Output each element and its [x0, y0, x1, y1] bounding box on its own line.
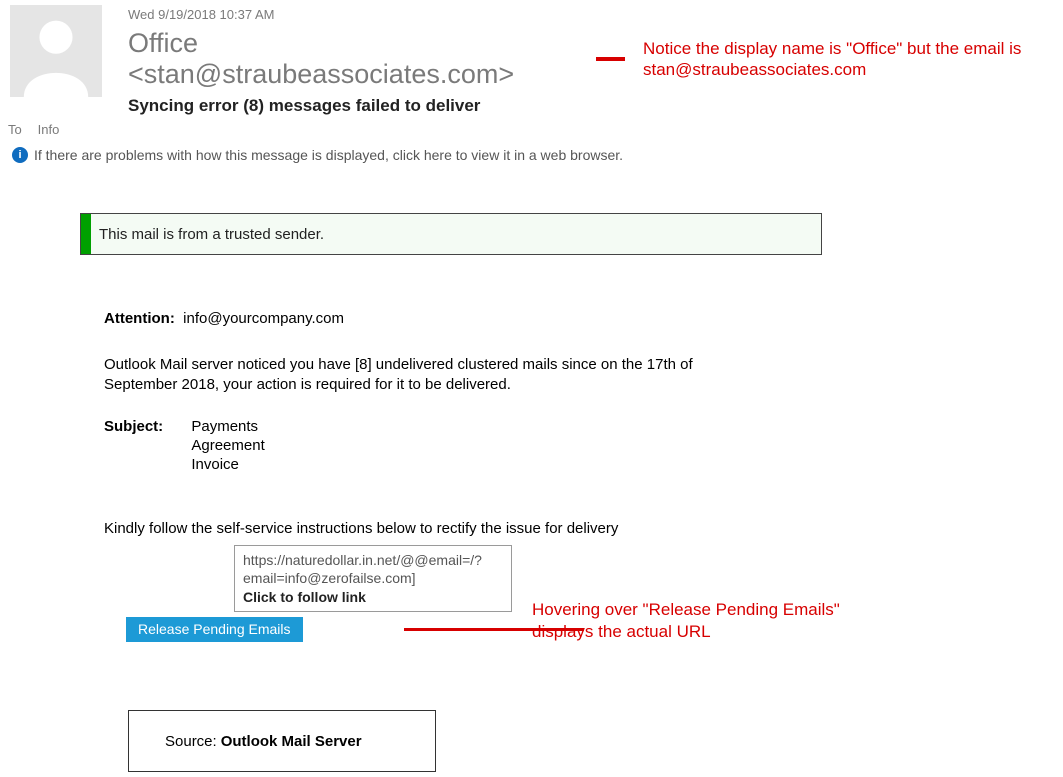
email-timestamp: Wed 9/19/2018 10:37 AM: [128, 7, 1063, 22]
tooltip-follow-text: Click to follow link: [243, 588, 503, 606]
release-pending-emails-button[interactable]: Release Pending Emails: [126, 617, 303, 642]
infobar-text: If there are problems with how this mess…: [34, 147, 623, 163]
source-label: Source:: [165, 733, 217, 750]
link-tooltip: https://naturedollar.in.net/@@email=/? e…: [234, 545, 512, 612]
subject-item: Payments: [191, 418, 264, 437]
body-paragraph-2: Kindly follow the self-service instructi…: [104, 520, 824, 537]
attention-label: Attention:: [104, 310, 175, 327]
annotation-top: Notice the display name is "Office" but …: [643, 38, 1063, 81]
annotation-bottom: Hovering over "Release Pending Emails" d…: [532, 599, 872, 642]
subject-label: Subject:: [104, 418, 163, 435]
subject-item: Agreement: [191, 437, 264, 456]
annotation-connector-top: [596, 57, 625, 61]
source-box: Source: Outlook Mail Server: [128, 710, 436, 772]
to-value: Info: [38, 122, 60, 137]
email-from: Office <stan@straubeassociates.com>: [128, 28, 578, 90]
attention-email: info@yourcompany.com: [183, 310, 344, 327]
subject-list: Payments Agreement Invoice: [191, 418, 264, 474]
tooltip-url-line2: email=info@zerofailse.com]: [243, 569, 503, 587]
body-paragraph-1: Outlook Mail server noticed you have [8]…: [104, 355, 704, 394]
email-subject: Syncing error (8) messages failed to del…: [128, 96, 1063, 116]
info-icon: i: [12, 147, 28, 163]
source-value: Outlook Mail Server: [221, 733, 362, 750]
tooltip-url-line1: https://naturedollar.in.net/@@email=/?: [243, 551, 503, 569]
trusted-sender-text: This mail is from a trusted sender.: [91, 226, 324, 243]
infobar[interactable]: i If there are problems with how this me…: [8, 143, 1063, 173]
to-label: To: [8, 122, 34, 137]
trusted-sender-banner: This mail is from a trusted sender.: [80, 213, 822, 255]
avatar: [10, 5, 102, 97]
subject-item: Invoice: [191, 456, 264, 475]
